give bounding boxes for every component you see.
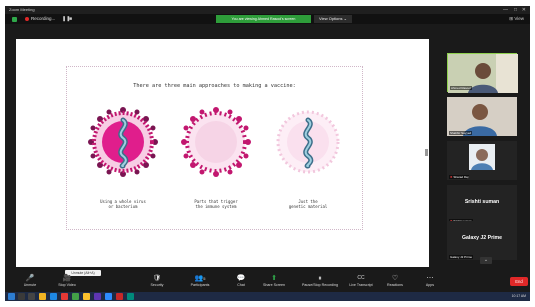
participant-tile-1[interactable]: Ahmed Rasool: [447, 53, 518, 93]
screen-share-banner: You are viewing Ahmed Rasool's screen: [216, 15, 311, 23]
share-screen-button[interactable]: ⬆ Share Screen: [254, 274, 294, 288]
participant-tile-4[interactable]: Srishti suman ✖ Srishti suman: [447, 185, 517, 224]
participant-big-name: Srishti suman: [464, 199, 500, 205]
search-icon[interactable]: [18, 293, 25, 300]
start-icon[interactable]: [8, 293, 15, 300]
meeting-toolbar: Unmute (Alt+A) 🎤 Unmute 🎥 Stop Video 🛡 S…: [5, 270, 530, 292]
zoom-icon[interactable]: [105, 293, 112, 300]
caption-whole-virus: Using a whole virus or bacterium: [100, 199, 146, 209]
meeting-topbar: Recording... ❚❚ ■ You are viewing Ahmed …: [5, 14, 530, 24]
app-icon[interactable]: [72, 293, 79, 300]
participant-tile-2[interactable]: Shabbir Sayyed: [447, 97, 517, 136]
reactions-icon: ♡: [391, 275, 399, 282]
participant-name: Ahmed Rasool: [450, 86, 472, 90]
app-icon[interactable]: [61, 293, 68, 300]
unmute-button[interactable]: 🎤 Unmute: [10, 274, 50, 288]
file-explorer-icon[interactable]: [39, 293, 46, 300]
participant-name: Galaxy J2 Prime: [449, 255, 474, 259]
app-icon[interactable]: [83, 293, 90, 300]
slide-content: There are three main approaches to makin…: [66, 66, 363, 230]
participant-count: 5: [203, 276, 206, 281]
app-icon[interactable]: [116, 293, 123, 300]
whole-virus-illustration: [88, 107, 158, 177]
participant-name: Shabbir Sayyed: [449, 131, 473, 135]
view-options-button[interactable]: View Options ⌄: [314, 15, 352, 23]
windows-taskbar: 10:17 AM: [5, 292, 530, 301]
panel-resize-handle[interactable]: [425, 149, 428, 156]
participant-tile-5[interactable]: Galaxy J2 Prime Galaxy J2 Prime: [447, 221, 517, 260]
video-camera-icon: 🎥: [62, 275, 72, 282]
participant-name: ✖ Sharad Raj: [449, 175, 470, 179]
participants-icon: 👥5: [194, 275, 206, 282]
zoom-window: Zoom Meeting — □ ✕ Recording... ❚❚ ■ You…: [5, 6, 530, 301]
shield-icon: 🛡: [152, 275, 162, 282]
caption-parts: Parts that trigger the immune system: [194, 199, 238, 209]
stop-recording-button[interactable]: ■: [69, 15, 72, 23]
virus-parts-illustration: [181, 107, 251, 177]
slide-title: There are three main approaches to makin…: [133, 83, 296, 89]
reactions-button[interactable]: ♡ Reactions: [375, 274, 415, 288]
close-button[interactable]: ✕: [522, 6, 526, 14]
app-icon[interactable]: [94, 293, 101, 300]
maximize-button[interactable]: □: [514, 6, 517, 14]
participant-big-name: Galaxy J2 Prime: [461, 235, 503, 241]
recording-status: Recording...: [31, 16, 56, 21]
share-screen-icon: ⬆: [271, 275, 277, 282]
edge-browser-icon[interactable]: [50, 293, 57, 300]
recording-icon: ⏸: [318, 275, 322, 282]
pause-stop-recording-button[interactable]: ⏸ Pause/Stop Recording: [295, 274, 345, 288]
microphone-icon: 🎤: [25, 275, 35, 282]
caption-genetic: Just the genetic material: [288, 199, 328, 209]
taskbar-clock: 10:17 AM: [511, 294, 526, 298]
shared-screen: There are three main approaches to makin…: [16, 39, 429, 267]
view-button[interactable]: ⊞ View: [509, 15, 524, 23]
participant-tile-3[interactable]: ✖ Sharad Raj: [447, 141, 517, 180]
apps-icon: ⋯: [426, 275, 434, 282]
chevron-down-icon[interactable]: ⌄: [480, 257, 492, 264]
security-button[interactable]: 🛡 Security: [137, 274, 177, 288]
security-shield-icon[interactable]: [12, 17, 17, 22]
minimize-button[interactable]: —: [503, 6, 508, 14]
stop-video-button[interactable]: 🎥 Stop Video: [47, 274, 87, 288]
task-view-icon[interactable]: [28, 293, 35, 300]
window-title: Zoom Meeting: [9, 7, 35, 12]
window-titlebar: Zoom Meeting — □ ✕: [5, 6, 530, 14]
apps-button[interactable]: ⋯ Apps: [410, 274, 450, 288]
genetic-material-illustration: [276, 110, 340, 174]
app-icon[interactable]: [127, 293, 134, 300]
recording-dot-icon: [25, 17, 29, 21]
end-meeting-button[interactable]: End: [510, 277, 528, 286]
participants-button[interactable]: 👥5 Participants: [180, 274, 220, 288]
